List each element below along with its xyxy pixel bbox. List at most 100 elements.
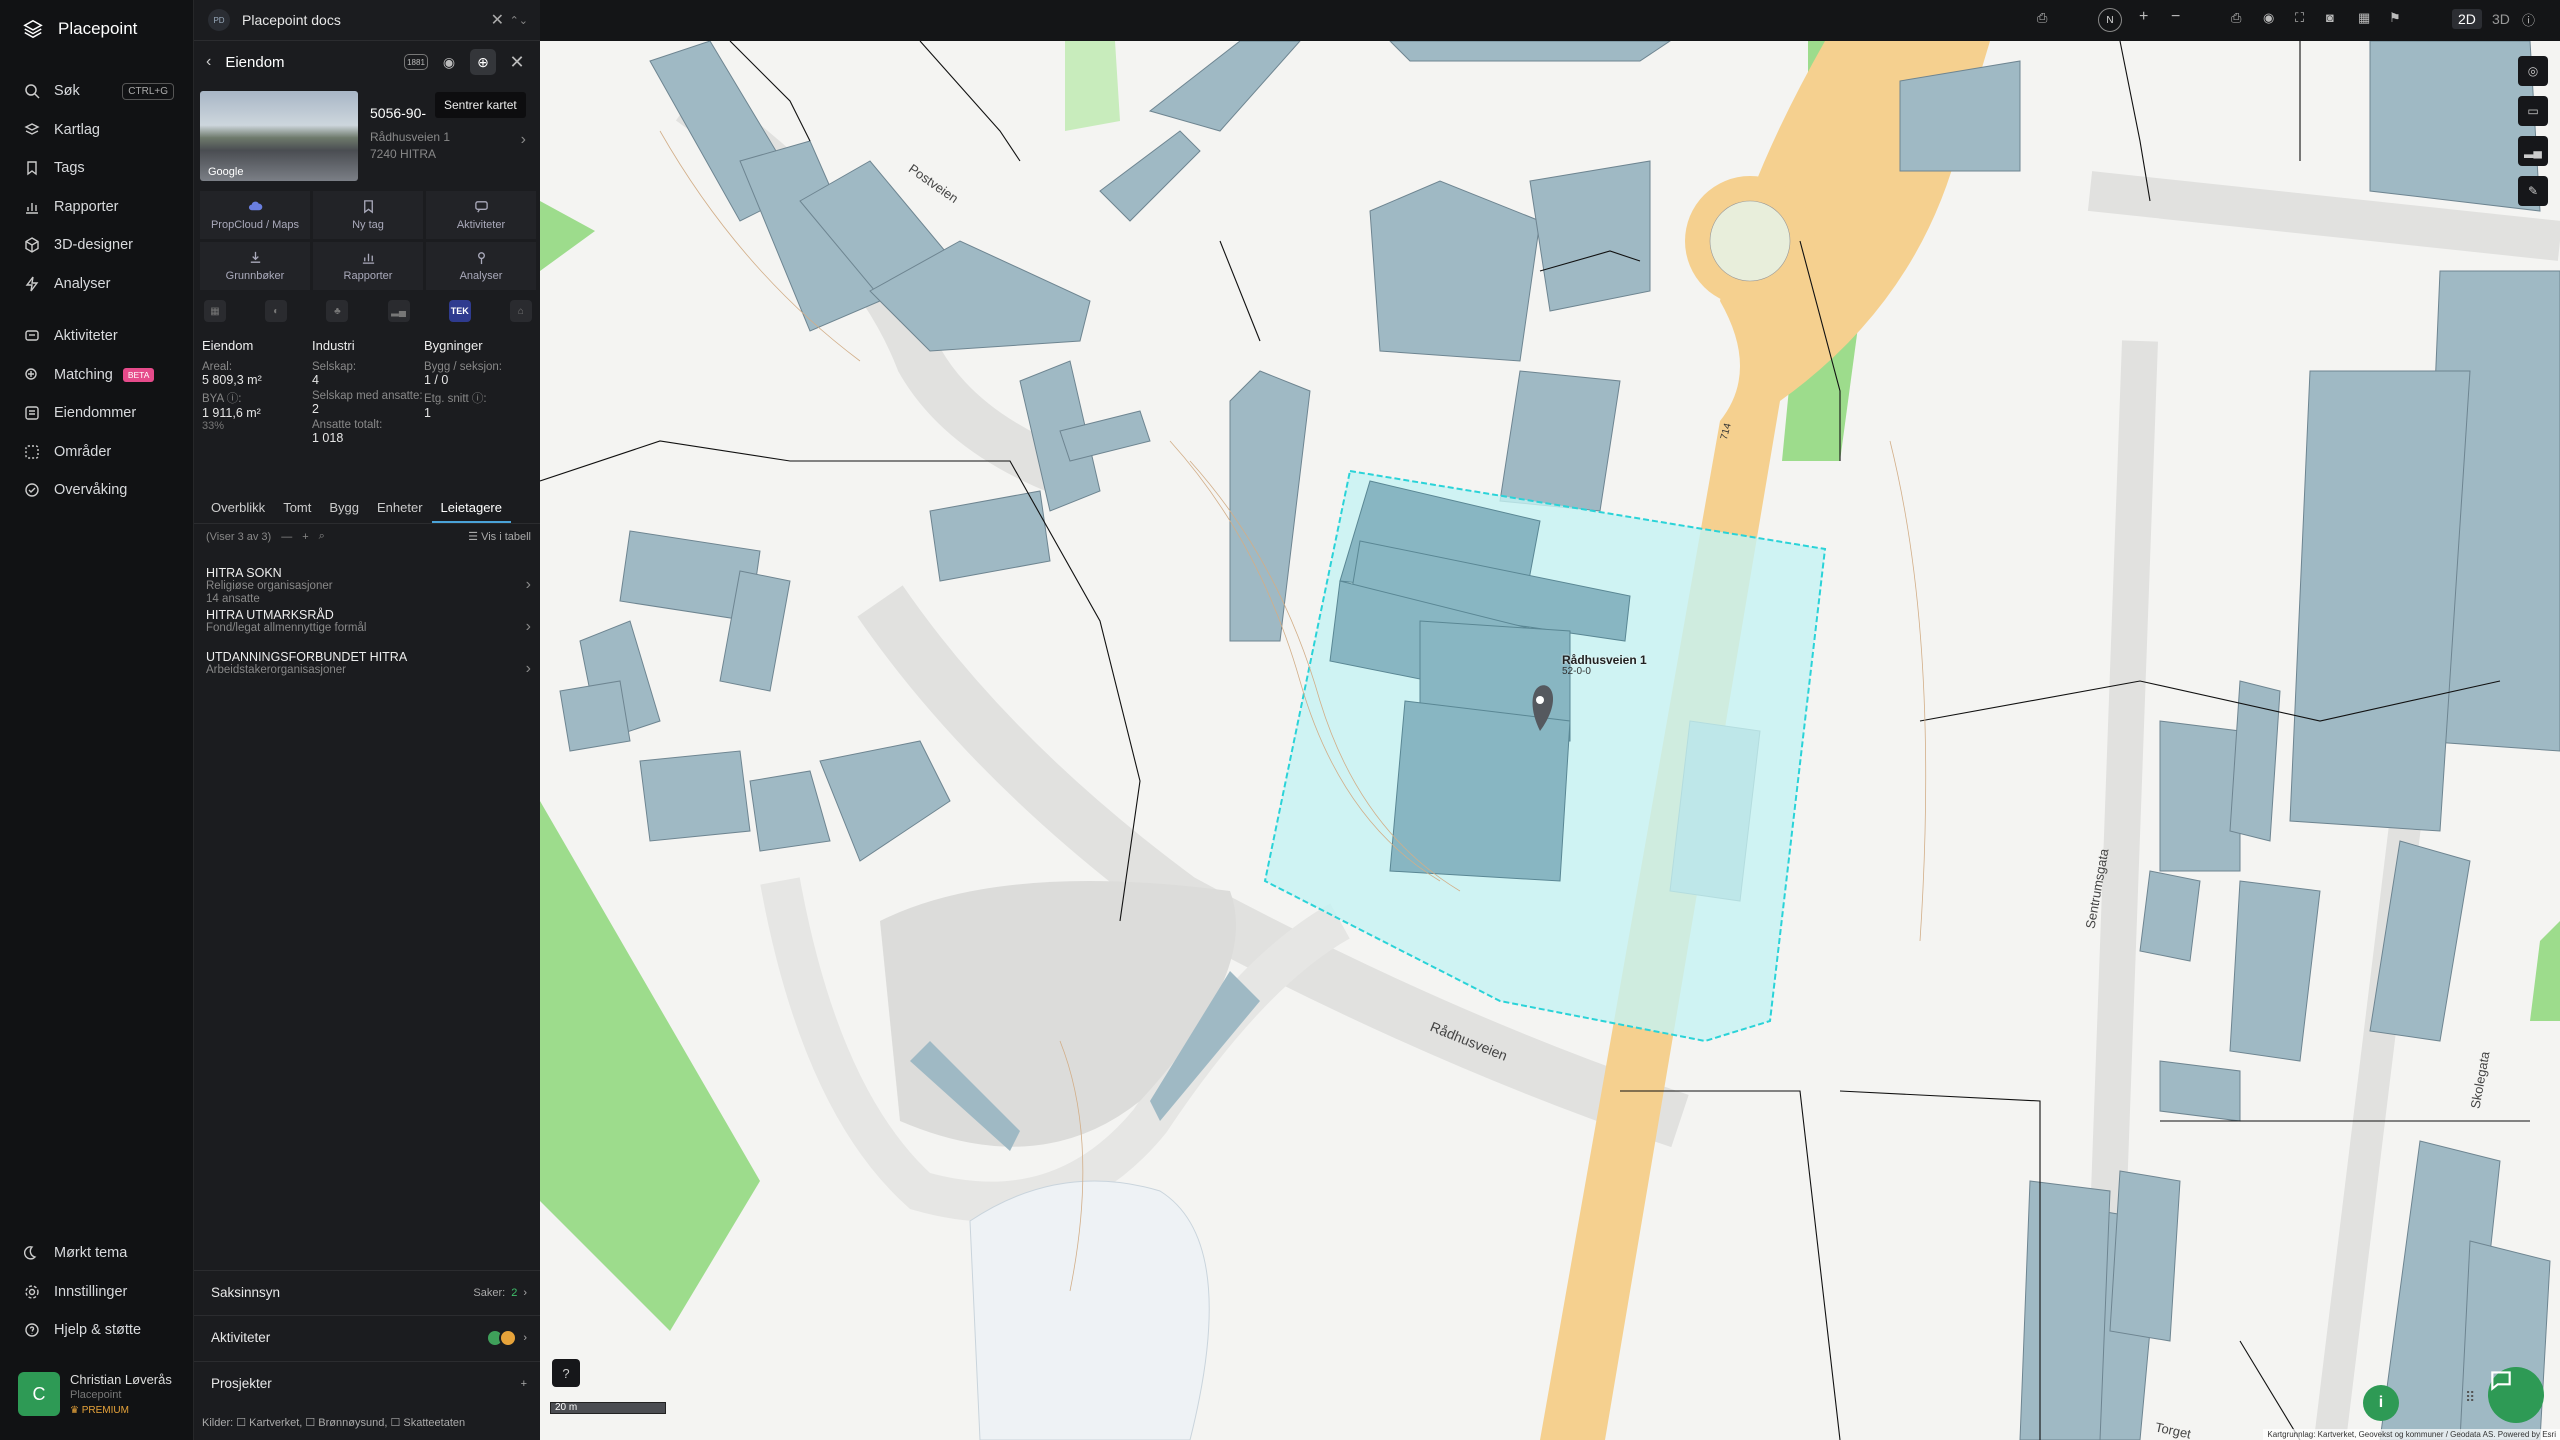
layer-e-icon[interactable]: ⌂ <box>509 300 532 322</box>
nav-item-matching[interactable]: Matching BETA <box>0 356 190 395</box>
list-item[interactable]: HITRA UTMARKSRÅD Fond/legat allmennyttig… <box>206 608 531 650</box>
map-svg[interactable] <box>540 41 2560 1440</box>
prosjekter-section[interactable]: Prosjekter + <box>194 1361 541 1405</box>
stats-title: Bygninger <box>424 338 483 353</box>
nav-item-omrader[interactable]: Områder <box>0 433 190 472</box>
nav-item-aktiviteter[interactable]: Aktiviteter <box>0 317 190 356</box>
map-canvas[interactable]: Rådhusveien 1 52-0-0 Rådhusveien Postvei… <box>540 41 2560 1440</box>
print-icon[interactable]: ⎙ <box>2231 10 2241 26</box>
grid-icon[interactable]: ▦ <box>2358 10 2370 26</box>
nav-item-overvaking[interactable]: Overvåking <box>0 471 190 510</box>
nav-label: Søk <box>54 83 80 100</box>
nav-item-search[interactable]: Søk CTRL+G <box>0 72 190 111</box>
chat-button[interactable] <box>2488 1367 2544 1423</box>
stat-label: Etg. snitt ⓘ: <box>424 393 487 405</box>
north-indicator[interactable]: N <box>2098 8 2122 32</box>
land-registry-button[interactable]: Grunnbøker <box>200 242 310 290</box>
layer-tek-icon[interactable]: TEK <box>448 300 471 322</box>
action-grid: PropCloud / Maps Ny tag Aktiviteter Grun… <box>200 191 536 290</box>
bolt-icon <box>25 276 39 292</box>
monitor-icon <box>25 483 39 497</box>
print-bag-icon[interactable]: ⎙ <box>2037 10 2047 26</box>
center-map-icon[interactable]: ⊕ <box>470 49 496 75</box>
tab-tomt[interactable]: Tomt <box>274 494 320 523</box>
nav-item-eiendommer[interactable]: Eiendommer <box>0 394 190 433</box>
zoom-in-icon[interactable]: + <box>2139 8 2148 26</box>
doc-title[interactable]: Placepoint docs <box>242 12 341 28</box>
tenant-employees: 14 ansatte <box>206 593 260 605</box>
layer-icons: ▦ ◐ ♣ ▂▄ TEK ⌂ <box>200 300 536 322</box>
nav-item-tags[interactable]: Tags <box>0 149 190 188</box>
nav-item-kartlag[interactable]: Kartlag <box>0 111 190 150</box>
chevron-right-icon[interactable]: › <box>521 131 526 149</box>
close-icon[interactable]: ✕ <box>491 10 504 30</box>
list-item[interactable]: UTDANNINGSFORBUNDET HITRA Arbeidstakeror… <box>206 650 531 692</box>
activities-button[interactable]: Aktiviteter <box>426 191 536 239</box>
stat-label: Selskap med ansatte: <box>312 390 423 402</box>
tag-1881-icon[interactable]: 1881 <box>404 54 428 70</box>
user-profile[interactable]: C Christian Løverås Placepoint ♛ PREMIUM <box>18 1372 172 1416</box>
zoom-out-icon[interactable]: − <box>2171 8 2180 26</box>
tab-enheter[interactable]: Enheter <box>368 494 432 523</box>
map-help-icon[interactable]: ? <box>552 1359 580 1387</box>
view-2d-toggle[interactable]: 2D <box>2452 9 2482 29</box>
park-area <box>1065 41 1120 131</box>
plus-icon[interactable]: + <box>302 531 308 543</box>
info-button[interactable]: i <box>2363 1385 2399 1421</box>
bookmark-icon[interactable]: ⚑ <box>2389 10 2401 26</box>
measure-tool-icon[interactable]: ▭ <box>2518 96 2548 126</box>
info-icon[interactable]: ⓘ <box>2522 10 2535 29</box>
expand-collapse-icon[interactable]: ⌃⌄ <box>510 14 528 27</box>
analyses-button[interactable]: Analyser <box>426 242 536 290</box>
roundabout-island <box>1709 200 1791 282</box>
nav-label: Analyser <box>54 275 111 292</box>
tab-overblikk[interactable]: Overblikk <box>202 494 274 523</box>
address-line2: 7240 HITRA <box>370 147 437 161</box>
nav-item-rapporter[interactable]: Rapporter <box>0 188 190 227</box>
fullscreen-icon[interactable]: ⛶ <box>2295 10 2304 26</box>
add-icon[interactable]: + <box>521 1378 527 1390</box>
layer-a-icon[interactable]: ▦ <box>204 300 226 322</box>
street-view-photo[interactable]: Google <box>200 91 358 181</box>
stat-label: BYA ⓘ: <box>202 393 242 405</box>
propcloud-button[interactable]: PropCloud / Maps <box>200 191 310 239</box>
layer-d-icon[interactable]: ▂▄ <box>387 300 410 322</box>
eye-icon[interactable]: ◉ <box>436 49 462 75</box>
tab-bygg[interactable]: Bygg <box>320 494 368 523</box>
layer-b-icon[interactable]: ◐ <box>265 300 288 322</box>
photo-credit: Google <box>208 166 244 178</box>
camera-icon[interactable]: ◙ <box>2326 10 2334 25</box>
nav-label: Områder <box>54 443 112 460</box>
new-tag-button[interactable]: Ny tag <box>313 191 423 239</box>
chart-tool-icon[interactable]: ▂▄ <box>2518 136 2548 166</box>
layers-tool-icon[interactable]: ◎ <box>2518 56 2548 86</box>
chevron-right-icon: › <box>525 576 531 593</box>
saksinnsyn-section[interactable]: Saksinnsyn Saker: 2 › <box>194 1270 541 1314</box>
drag-handle-icon[interactable]: ⠿ <box>2465 1389 2475 1406</box>
section-meta: › <box>486 1328 527 1347</box>
minus-icon[interactable]: — <box>281 531 292 543</box>
draw-tool-icon[interactable]: ✎ <box>2518 176 2548 206</box>
property-address: Rådhusveien 1 7240 HITRA <box>370 129 450 163</box>
nav-item-3d-designer[interactable]: 3D-designer <box>0 226 190 265</box>
view-3d-toggle[interactable]: 3D <box>2486 9 2516 29</box>
search-icon[interactable]: ⌕ <box>319 530 325 543</box>
nav-item-help[interactable]: Hjelp & støtte <box>0 1311 190 1350</box>
aktiviteter-section[interactable]: Aktiviteter › <box>194 1315 541 1359</box>
panel-tabs: Overblikk Tomt Bygg Enheter Leietagere <box>194 494 541 524</box>
close-panel-icon[interactable]: ✕ <box>504 49 530 75</box>
eye-icon[interactable]: ◉ <box>2263 10 2274 26</box>
nav-item-settings[interactable]: Innstillinger <box>0 1273 190 1312</box>
list-item[interactable]: HITRA SOKN Religiøse organisasjoner 14 a… <box>206 566 531 608</box>
brand[interactable]: Placepoint <box>22 18 137 40</box>
back-arrow-icon[interactable]: ‹ <box>206 53 211 71</box>
nav-label: Tags <box>54 160 85 177</box>
nav-item-dark-theme[interactable]: Mørkt tema <box>0 1234 190 1273</box>
layer-c-icon[interactable]: ♣ <box>326 300 349 322</box>
tab-leietagere[interactable]: Leietagere <box>431 494 511 523</box>
avatar: C <box>18 1372 60 1416</box>
reports-button[interactable]: Rapporter <box>313 242 423 290</box>
nav-item-analyser[interactable]: Analyser <box>0 265 190 304</box>
show-in-table-link[interactable]: ☰ Vis i tabell <box>468 530 531 543</box>
data-sources: Kilder: ☐ Kartverket, ☐ Brønnøysund, ☐ S… <box>202 1417 466 1429</box>
